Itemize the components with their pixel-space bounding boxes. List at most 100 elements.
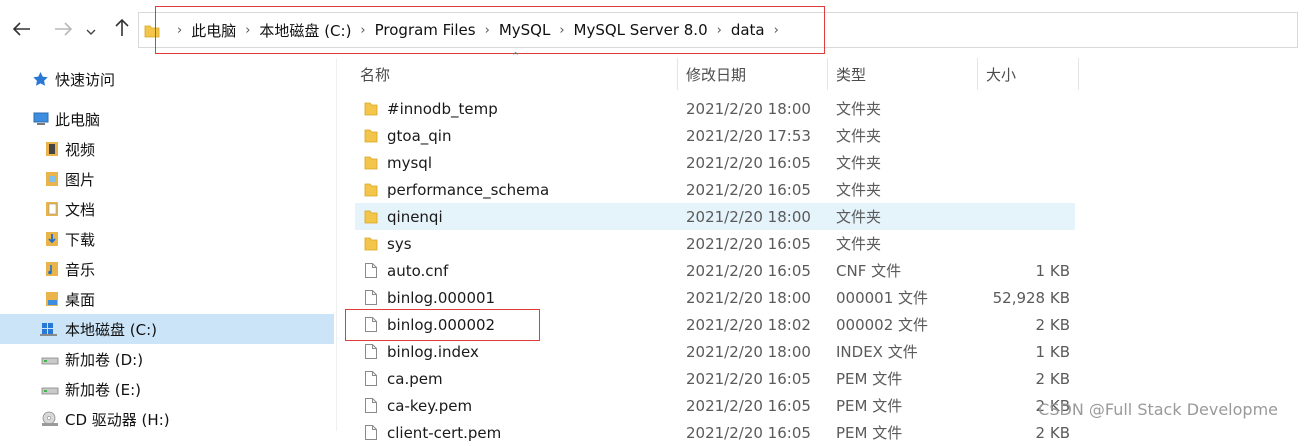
- breadcrumb-item[interactable]: Program Files: [375, 21, 476, 39]
- file-size: 2 KB: [1035, 369, 1070, 388]
- file-name: binlog.000002: [387, 315, 496, 334]
- sidebar-item-local-disk-c[interactable]: 本地磁盘 (C:): [0, 314, 334, 344]
- file-name: ca-key.pem: [387, 396, 473, 415]
- breadcrumb-item[interactable]: data: [731, 21, 765, 39]
- breadcrumb: › 此电脑 › 本地磁盘 (C:) › Program Files › MySQ…: [140, 12, 788, 48]
- folder-icon: [364, 154, 378, 171]
- table-row[interactable]: gtoa_qin 2021/2/20 17:53 文件夹: [355, 122, 1075, 149]
- chevron-right-icon[interactable]: ›: [774, 23, 779, 38]
- column-divider[interactable]: [977, 58, 978, 90]
- table-row[interactable]: binlog.000001 2021/2/20 18:00 000001 文件 52,…: [355, 284, 1075, 311]
- table-row[interactable]: ca.pem 2021/2/20 16:05 PEM 文件 2 KB: [355, 365, 1075, 392]
- sidebar-item-drive-e[interactable]: 新加卷 (E:): [0, 374, 334, 404]
- breadcrumb-item[interactable]: MySQL Server 8.0: [574, 21, 708, 39]
- file-type: PEM 文件: [836, 397, 903, 415]
- sidebar-item-label: 桌面: [65, 290, 96, 309]
- chevron-right-icon[interactable]: ›: [559, 23, 564, 38]
- sidebar-item-pictures[interactable]: 图片: [0, 164, 334, 194]
- table-row[interactable]: performance_schema 2021/2/20 16:05 文件夹: [355, 176, 1075, 203]
- column-header-date[interactable]: 修改日期: [686, 58, 746, 90]
- chevron-right-icon[interactable]: ›: [245, 23, 250, 38]
- modified-date: 2021/2/20 16:05: [686, 153, 811, 172]
- up-button[interactable]: [110, 18, 134, 42]
- sidebar-item-music[interactable]: 音乐: [0, 254, 334, 284]
- file-name: ca.pem: [387, 369, 443, 388]
- modified-date: 2021/2/20 16:05: [686, 423, 811, 442]
- file-type: PEM 文件: [836, 424, 903, 442]
- table-row[interactable]: qinenqi 2021/2/20 18:00 文件夹: [355, 203, 1075, 230]
- file-name: performance_schema: [387, 180, 550, 199]
- file-icon: [364, 289, 378, 306]
- sidebar-item-label: 视频: [65, 140, 96, 159]
- sidebar-item-cd-drive-h[interactable]: CD 驱动器 (H:): [0, 404, 334, 434]
- cd-drive-icon: [40, 411, 58, 427]
- recent-locations-button[interactable]: [82, 18, 100, 42]
- table-row[interactable]: sys 2021/2/20 16:05 文件夹: [355, 230, 1075, 257]
- file-size: 52,928 KB: [992, 288, 1070, 307]
- table-row[interactable]: client-cert.pem 2021/2/20 16:05 PEM 文件 2 KB: [355, 419, 1075, 446]
- forward-button[interactable]: [51, 18, 75, 42]
- sidebar-item-label: 文档: [65, 200, 96, 219]
- sidebar-item-videos[interactable]: 视频: [0, 134, 334, 164]
- column-divider[interactable]: [677, 58, 678, 90]
- toolbar: › 此电脑 › 本地磁盘 (C:) › Program Files › MySQ…: [0, 0, 1304, 58]
- modified-date: 2021/2/20 16:05: [686, 261, 811, 280]
- file-size: 2 KB: [1035, 423, 1070, 442]
- breadcrumb-item[interactable]: MySQL: [499, 21, 551, 39]
- folder-icon: [364, 235, 378, 252]
- chevron-right-icon[interactable]: ›: [360, 23, 365, 38]
- chevron-right-icon[interactable]: ›: [485, 23, 490, 38]
- modified-date: 2021/2/20 17:53: [686, 126, 811, 145]
- windows-drive-icon: [39, 321, 57, 337]
- file-size: 1 KB: [1035, 342, 1070, 361]
- chevron-down-icon: [86, 20, 96, 41]
- sidebar-item-quick-access[interactable]: 快速访问: [0, 64, 334, 94]
- breadcrumb-item[interactable]: 此电脑: [191, 20, 236, 41]
- pictures-folder-icon: [44, 171, 62, 187]
- file-icon: [364, 424, 378, 441]
- file-icon: [364, 262, 378, 279]
- file-type: 文件夹: [836, 181, 882, 199]
- modified-date: 2021/2/20 18:00: [686, 288, 811, 307]
- sidebar-item-this-pc[interactable]: 此电脑: [0, 104, 334, 134]
- chevron-right-icon: ›: [177, 22, 183, 38]
- file-type: 文件夹: [836, 208, 882, 226]
- file-name: binlog.000001: [387, 288, 496, 307]
- table-row[interactable]: mysql 2021/2/20 16:05 文件夹: [355, 149, 1075, 176]
- sidebar-item-label: 新加卷 (E:): [65, 380, 142, 399]
- file-list: ⌃ 名称 修改日期 类型 大小 #innodb_temp 2021/2/20 18…: [337, 50, 1304, 442]
- column-divider[interactable]: [1078, 58, 1079, 90]
- modified-date: 2021/2/20 18:00: [686, 342, 811, 361]
- column-divider[interactable]: [827, 58, 828, 90]
- file-icon: [364, 343, 378, 360]
- navigation-pane: 快速访问 此电脑 视频 图片 文档 下载 音乐 桌面 本地磁盘 (C:) 新加卷…: [0, 58, 336, 431]
- sidebar-item-label: 快速访问: [55, 70, 116, 89]
- sidebar-item-downloads[interactable]: 下载: [0, 224, 334, 254]
- table-row[interactable]: ca-key.pem 2021/2/20 16:05 PEM 文件 2 KB: [355, 392, 1075, 419]
- table-row[interactable]: binlog.index 2021/2/20 18:00 INDEX 文件 1 KB: [355, 338, 1075, 365]
- sidebar-item-desktop[interactable]: 桌面: [0, 284, 334, 314]
- file-name: qinenqi: [387, 207, 443, 226]
- folder-icon: [144, 23, 162, 38]
- file-size: 1 KB: [1035, 261, 1070, 280]
- file-icon: [364, 316, 378, 333]
- sidebar-item-documents[interactable]: 文档: [0, 194, 334, 224]
- table-row[interactable]: #innodb_temp 2021/2/20 18:00 文件夹: [355, 95, 1075, 122]
- table-row[interactable]: auto.cnf 2021/2/20 16:05 CNF 文件 1 KB: [355, 257, 1075, 284]
- column-header-size[interactable]: 大小: [986, 58, 1016, 90]
- arrow-right-icon: [54, 20, 73, 41]
- modified-date: 2021/2/20 18:00: [686, 99, 811, 118]
- folder-icon: [364, 100, 378, 117]
- downloads-folder-icon: [44, 231, 62, 247]
- file-type: CNF 文件: [836, 262, 902, 280]
- column-header-type[interactable]: 类型: [836, 58, 866, 90]
- sort-caret-icon: ⌃: [511, 50, 521, 63]
- chevron-right-icon[interactable]: ›: [717, 23, 722, 38]
- sidebar-item-label: 图片: [65, 170, 96, 189]
- breadcrumb-item[interactable]: 本地磁盘 (C:): [259, 20, 351, 41]
- sidebar-item-drive-d[interactable]: 新加卷 (D:): [0, 344, 334, 374]
- column-header-name[interactable]: 名称: [360, 58, 390, 90]
- table-row[interactable]: binlog.000002 2021/2/20 18:02 000002 文件 2 K…: [355, 311, 1075, 338]
- back-button[interactable]: [10, 18, 34, 42]
- modified-date: 2021/2/20 16:05: [686, 369, 811, 388]
